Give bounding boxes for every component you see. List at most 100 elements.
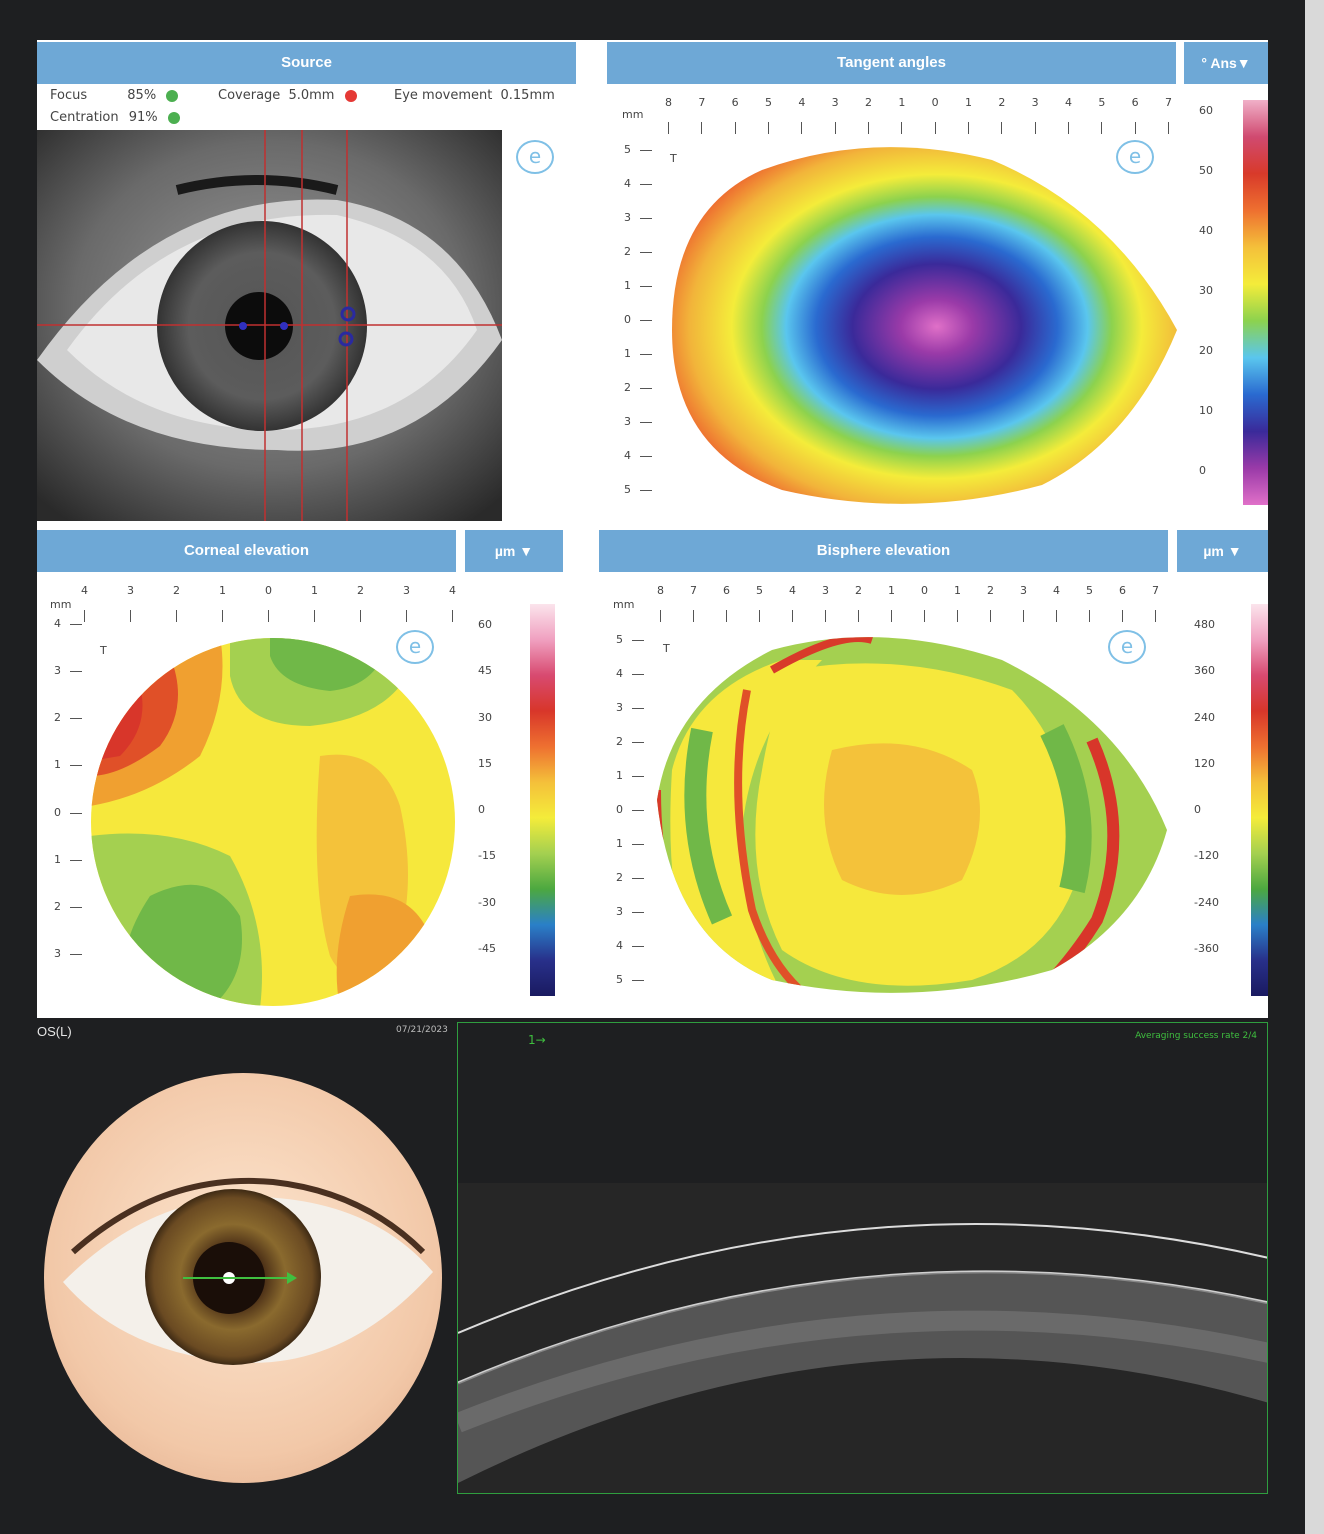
corneal-scale-tick: 45 [478, 664, 492, 678]
centration-stat: Centration 91% [50, 110, 180, 125]
chevron-down-icon: ▼ [519, 543, 534, 559]
focus-status-dot [166, 89, 179, 102]
tangent-x-tick-mark [1101, 122, 1103, 134]
corneal-scale-ticks: 60 45 30 15 0 -15 -30 -45 [474, 604, 529, 1004]
bisphere-x-tick: 6 [1119, 584, 1126, 597]
tangent-x-tick-mark [1134, 122, 1136, 134]
corneal-x-tick: 3 [403, 584, 410, 597]
corneal-x-tick-mark [176, 610, 177, 622]
bisphere-unit-dropdown[interactable]: µm ▼ [1177, 530, 1268, 572]
tangent-x-tick: 6 [731, 96, 739, 109]
bisphere-x-tick: 2 [855, 584, 862, 597]
bisphere-scale-ticks: 480 360 240 120 0 -120 -240 -360 [1190, 604, 1250, 1004]
tangent-x-tick: 2 [998, 96, 1006, 109]
corneal-unit-dropdown[interactable]: µm ▼ [465, 530, 563, 572]
tangent-color-scale [1243, 100, 1268, 505]
bisphere-map [652, 630, 1172, 1010]
focus-value: 85% [127, 88, 157, 103]
bisphere-x-tick: 3 [1020, 584, 1027, 597]
corneal-y-tick-mark [70, 765, 82, 767]
bisphere-x-tick: 7 [690, 584, 697, 597]
bisphere-x-tick-mark [759, 610, 760, 622]
bisphere-x-tick-mark [726, 610, 727, 622]
corneal-x-tick-mark [452, 610, 453, 622]
tangent-e-icon[interactable]: e [1116, 140, 1154, 174]
tangent-y-tick-mark [640, 354, 652, 355]
bisphere-t-marker: T [663, 642, 670, 655]
corneal-y-tick: 4 [54, 617, 61, 630]
bisphere-y-tick: 3 [616, 905, 623, 918]
tangent-y-tick-mark [640, 490, 652, 491]
corneal-x-tick-mark [268, 610, 269, 622]
tangent-x-tick-mark [768, 122, 769, 134]
corneal-e-icon[interactable]: e [396, 630, 434, 664]
bisphere-y-tick-mark [632, 878, 644, 879]
corneal-y-tick-mark [70, 812, 82, 814]
bisphere-e-icon[interactable]: e [1108, 630, 1146, 664]
bisphere-x-tick-mark [1155, 610, 1156, 622]
bisphere-x-tick-mark [693, 610, 694, 622]
oct-scan-marker: 1→ [528, 1033, 546, 1047]
corneal-y-tick: 1 [54, 758, 61, 772]
tangent-x-tick-mark [668, 122, 669, 134]
oct-date: 07/21/2023 [396, 1025, 448, 1035]
bisphere-scale-tick: 120 [1194, 756, 1215, 770]
coverage-status-dot [344, 89, 357, 102]
tangent-x-tick: 6 [1131, 96, 1139, 109]
tangent-y-tick-mark [640, 320, 652, 321]
tangent-y-tick: 1 [624, 279, 631, 292]
tangent-y-tick-mark [640, 456, 652, 457]
bisphere-unit: mm [613, 598, 635, 611]
chevron-down-icon: ▼ [1236, 55, 1251, 71]
tangent-scale-ticks: 60 50 40 30 20 10 0 [1195, 90, 1245, 510]
tangent-x-tick-mark [734, 122, 736, 134]
bisphere-x-tick-mark [1023, 610, 1024, 622]
tangent-x-axis: 8 7 6 5 4 3 2 1 0 1 2 3 4 5 6 7 [665, 96, 1180, 136]
corneal-unit-label: µm [494, 543, 516, 559]
tangent-x-tick-mark [868, 122, 869, 134]
source-e-icon[interactable]: e [516, 140, 554, 174]
bisphere-y-tick-mark [632, 844, 644, 845]
bisphere-scale-tick: -240 [1194, 895, 1219, 909]
tangent-y-tick: 3 [624, 211, 631, 224]
corneal-x-tick-mark [406, 610, 407, 622]
bisphere-unit-label: µm [1203, 543, 1224, 559]
oct-averaging-text: Averaging success rate 2/4 [1135, 1031, 1257, 1041]
corneal-y-tick: 3 [54, 947, 61, 960]
corneal-scale-tick: 30 [478, 710, 492, 724]
bisphere-scale-tick: -360 [1194, 941, 1219, 955]
corneal-y-tick-mark [70, 671, 82, 673]
corneal-x-tick-mark [130, 610, 131, 622]
tangent-x-tick-mark [1001, 122, 1003, 134]
bisphere-y-tick-mark [632, 708, 644, 709]
eye-movement-label: Eye movement [394, 88, 493, 103]
tangent-x-tick: 3 [1031, 96, 1039, 109]
tangent-x-tick: 7 [1165, 96, 1172, 109]
corneal-x-tick: 4 [449, 584, 456, 597]
bisphere-x-tick: 7 [1152, 584, 1159, 597]
bisphere-scale-tick: 240 [1194, 710, 1215, 724]
corneal-x-tick-mark [314, 610, 315, 622]
tangent-unit-dropdown[interactable]: ° Ans▼ [1184, 42, 1268, 84]
bisphere-x-tick-mark [957, 610, 958, 622]
corneal-y-axis: 4 3 2 1 0 1 2 3 [50, 617, 90, 984]
tangent-map [612, 90, 1192, 520]
corneal-header: Corneal elevation [37, 530, 456, 572]
bisphere-x-tick: 1 [954, 584, 961, 597]
corneal-y-tick-mark [70, 859, 82, 861]
tangent-x-tick-mark [901, 122, 903, 134]
tangent-x-tick: 7 [698, 96, 706, 109]
corneal-scale-tick: -30 [478, 895, 496, 909]
bisphere-x-tick: 4 [1053, 584, 1060, 597]
bisphere-y-tick: 0 [616, 803, 623, 816]
tangent-scale-tick: 60 [1199, 104, 1213, 117]
source-header: Source [37, 42, 576, 84]
bisphere-scale-tick: 360 [1194, 664, 1215, 678]
tangent-y-tick: 0 [624, 313, 631, 326]
tangent-t-marker: T [670, 152, 677, 165]
corneal-scale-tick: 0 [478, 803, 485, 816]
focus-label: Focus [50, 88, 88, 103]
tangent-scale-tick: 40 [1199, 224, 1213, 237]
corneal-scale-tick: 15 [478, 756, 492, 770]
tangent-y-tick: 1 [624, 347, 631, 360]
